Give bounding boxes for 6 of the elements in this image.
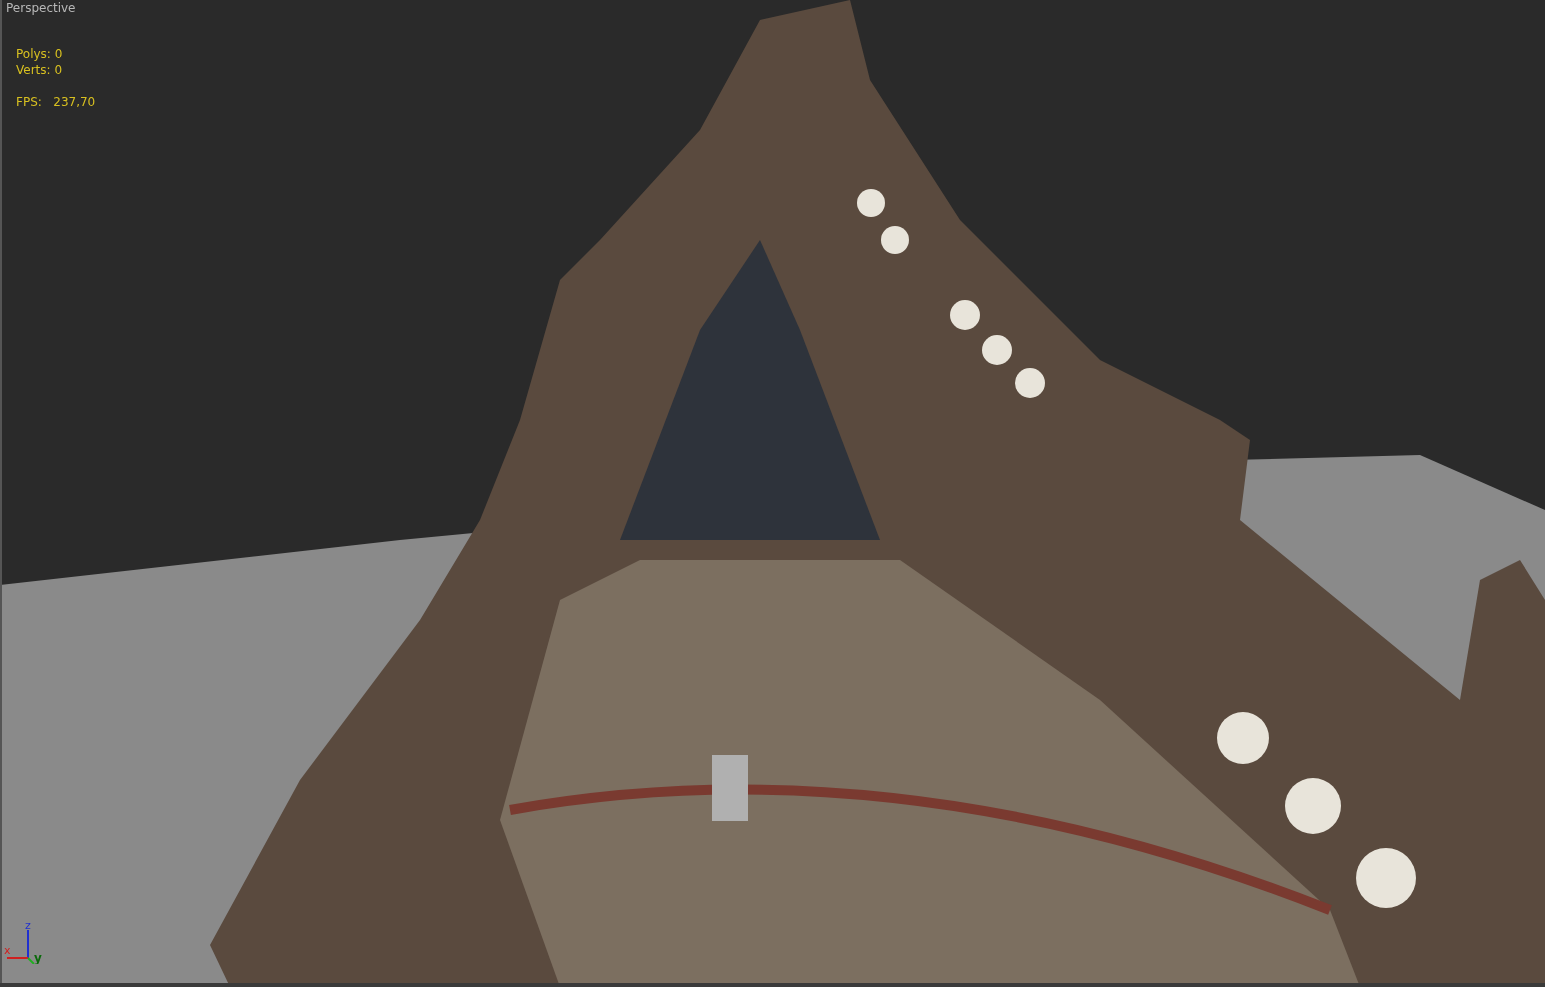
viewport-label[interactable]: Perspective — [6, 0, 76, 17]
stat-readout: Polys: 0 — [16, 46, 64, 62]
viewport[interactable]: Perspective Polys: 0 Verts: 0 FPS: 237,70 z x y — [0, 0, 1545, 987]
fps-readout: FPS: 237,70 — [16, 94, 96, 110]
stat-readout: Verts: 0 — [16, 62, 64, 78]
axis-gizmo-drawing: z x y — [4, 918, 44, 964]
